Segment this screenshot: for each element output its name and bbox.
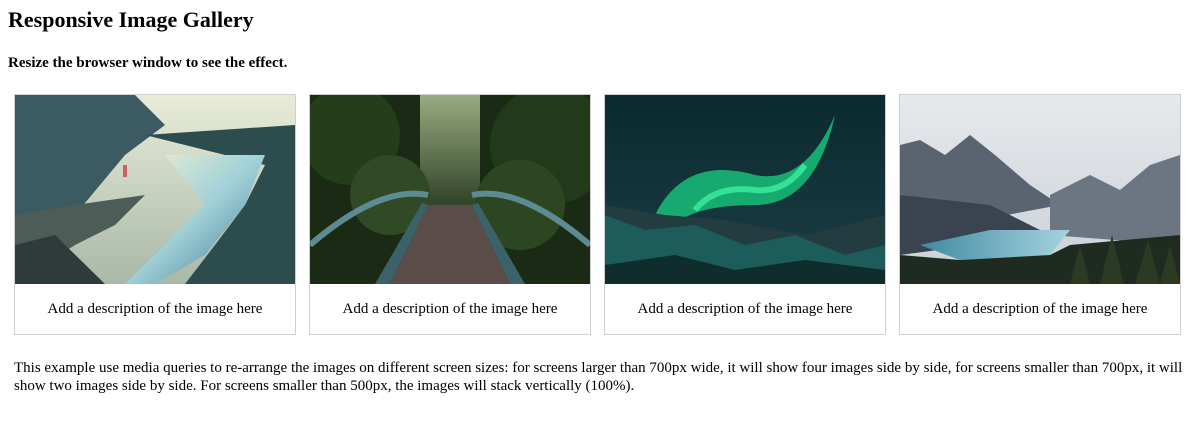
page-subtitle: Resize the browser window to see the eff… [8, 55, 288, 71]
mountain-lake-image[interactable] [900, 95, 1180, 284]
gallery-item-aurora[interactable]: Add a description of the image here [604, 94, 886, 335]
gallery-item-description: Add a description of the image here [637, 301, 853, 317]
northern-lights-image[interactable] [605, 95, 885, 284]
gallery: Add a description of the image here Add … [14, 94, 1181, 335]
gallery-item-fjord[interactable]: Add a description of the image here [14, 94, 296, 335]
page-title: Responsive Image Gallery [8, 7, 254, 32]
gallery-item-forest[interactable]: Add a description of the image here [309, 94, 591, 335]
gallery-item-mountains[interactable]: Add a description of the image here [899, 94, 1181, 335]
forest-bridge-image[interactable] [310, 95, 590, 284]
gallery-item-description: Add a description of the image here [932, 301, 1148, 317]
info-note: This example use media queries to re-arr… [14, 360, 1183, 394]
fjord-cliff-image[interactable] [15, 95, 295, 284]
gallery-item-description: Add a description of the image here [342, 301, 558, 317]
gallery-item-description: Add a description of the image here [47, 301, 263, 317]
